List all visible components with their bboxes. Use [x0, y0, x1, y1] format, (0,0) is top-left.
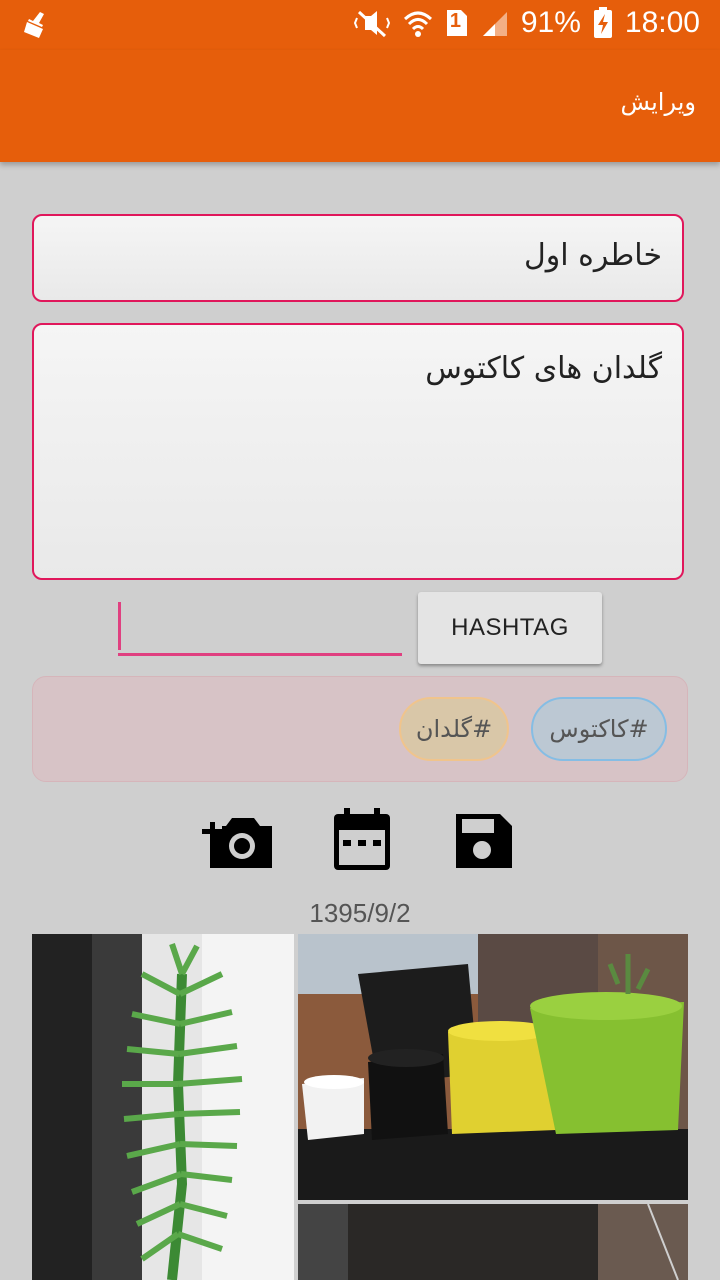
clock: 18:00 — [624, 6, 700, 39]
page-title: ویرایش — [620, 88, 696, 116]
calendar-icon[interactable] — [328, 802, 400, 874]
memory-date: 1395/9/2 — [309, 898, 411, 928]
save-icon[interactable] — [448, 802, 520, 874]
battery-percent: 91% — [520, 6, 581, 39]
hashtag-button[interactable]: HASHTAG — [418, 592, 602, 664]
photo-thumbnail[interactable] — [298, 934, 688, 1200]
memory-body-value: گلدان های کاکتوس — [425, 351, 662, 386]
mute-icon — [353, 8, 391, 38]
hashtag-chip[interactable]: #کاکتوس — [531, 697, 667, 761]
memory-title-input[interactable]: خاطره اول — [32, 214, 684, 302]
signal-icon — [481, 8, 509, 38]
status-bar: 1 91% 18:00 — [0, 0, 720, 50]
add-photo-icon[interactable] — [202, 802, 274, 874]
hashtag-chip[interactable]: #گلدان — [399, 697, 509, 761]
app-bar: ویرایش — [0, 50, 720, 162]
photo-thumbnail[interactable] — [32, 934, 294, 1280]
memory-body-input[interactable]: گلدان های کاکتوس — [32, 323, 684, 580]
hashtag-panel: #کاکتوس #گلدان — [32, 676, 688, 782]
wifi-icon — [403, 8, 433, 38]
sim-icon: 1 — [445, 8, 469, 38]
cleaner-icon — [22, 10, 52, 40]
hashtag-input[interactable] — [118, 602, 402, 656]
memory-title-value: خاطره اول — [524, 238, 662, 273]
text-cursor — [118, 602, 121, 650]
battery-icon — [593, 7, 613, 39]
photo-thumbnail[interactable] — [298, 1204, 688, 1280]
